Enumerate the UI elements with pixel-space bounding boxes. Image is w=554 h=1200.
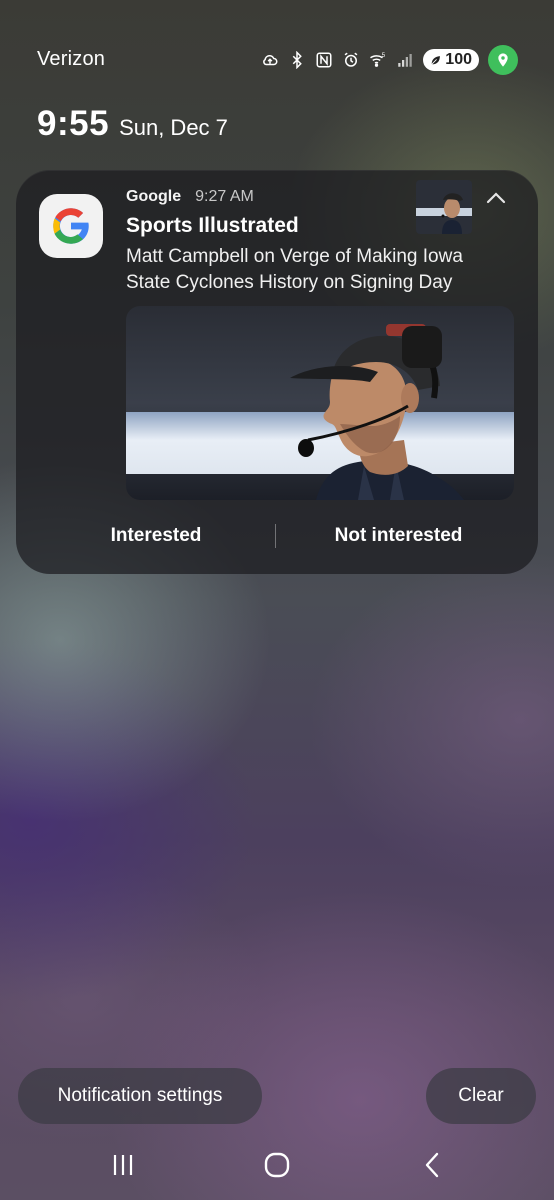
signal-icon: [396, 51, 414, 69]
notification-thumbnail: [416, 180, 472, 234]
home-icon: [263, 1151, 291, 1179]
battery-level: 100: [445, 51, 472, 68]
battery-saver-leaf-icon: [429, 54, 442, 67]
navigation-bar: [0, 1140, 554, 1190]
notification-image[interactable]: [126, 306, 514, 500]
collapse-button[interactable]: [480, 184, 512, 212]
status-icons: 5 100: [261, 45, 518, 75]
alarm-icon: [342, 51, 360, 69]
chevron-up-icon: [485, 191, 507, 205]
recents-button[interactable]: [93, 1140, 153, 1190]
status-bar: Verizon 5 100: [0, 0, 554, 110]
notification-actions: Interested Not interested: [16, 514, 538, 558]
network-label: 5: [382, 53, 386, 59]
notification-title: Sports Illustrated: [126, 214, 299, 237]
notification-card[interactable]: Google 9:27 AM Sports Illustrated Matt C…: [16, 170, 538, 574]
google-g-icon: [39, 194, 103, 258]
clock-time: 9:55: [37, 104, 110, 143]
notification-text: Matt Campbell on Verge of Making Iowa St…: [126, 246, 463, 293]
home-button[interactable]: [247, 1140, 307, 1190]
notification-app-name: Google: [126, 188, 182, 205]
cloud-sync-icon: [261, 51, 279, 69]
back-icon: [421, 1151, 445, 1179]
battery-indicator: 100: [423, 49, 479, 71]
back-button[interactable]: [403, 1140, 463, 1190]
bluetooth-icon: [288, 51, 306, 69]
clear-button[interactable]: Clear: [426, 1068, 536, 1124]
notification-time: 9:27 AM: [195, 188, 254, 205]
action-divider: [275, 524, 276, 548]
notification-settings-button[interactable]: Notification settings: [18, 1068, 262, 1124]
clock-date: Sun, Dec 7: [119, 115, 228, 140]
recents-icon: [110, 1152, 136, 1178]
notification-header: Google 9:27 AM: [126, 188, 254, 206]
lockscreen-clock: 9:55 Sun, Dec 7: [37, 104, 228, 144]
wifi-5-icon: 5: [369, 51, 387, 69]
nfc-icon: [315, 51, 333, 69]
carrier-name: Verizon: [37, 48, 106, 70]
location-icon: [488, 45, 518, 75]
not-interested-button[interactable]: Not interested: [296, 514, 501, 558]
interested-button[interactable]: Interested: [56, 514, 256, 558]
